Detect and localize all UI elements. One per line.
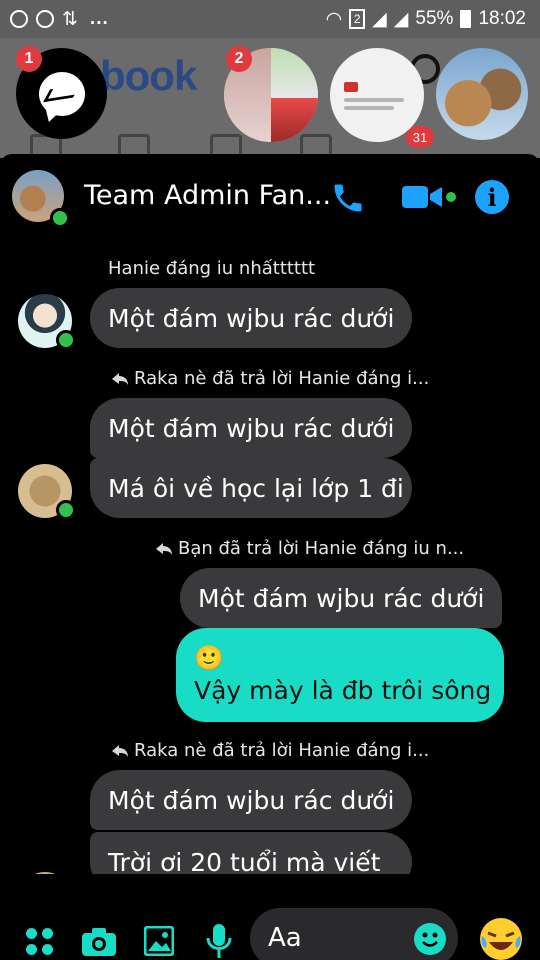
reply-meta-text: Raka nè đã trả lời Hanie đáng i...: [134, 740, 430, 761]
media-notification-icon: [36, 10, 54, 28]
image-icon[interactable]: [144, 926, 174, 956]
chat-panel: Team Admin Fan... i Hanie đáng iu nhấttt…: [0, 154, 540, 960]
messenger-notification-icon: [10, 10, 28, 28]
mic-icon[interactable]: [206, 924, 232, 958]
clock: 18:02: [478, 8, 526, 29]
reply-arrow-icon: [112, 373, 128, 385]
messenger-icon: [38, 71, 85, 116]
battery-icon: [460, 10, 472, 28]
my-message-text: Vậy mày là đb trôi sông: [194, 676, 492, 705]
reply-arrow-icon: [112, 745, 128, 757]
online-indicator: [50, 208, 70, 228]
notifications-count-badge: 31: [406, 126, 434, 148]
apps-icon[interactable]: [26, 928, 54, 956]
video-active-indicator: [446, 192, 456, 202]
camera-icon[interactable]: [82, 928, 116, 956]
emoji-icon[interactable]: [414, 923, 446, 955]
signal-icon-2: ◢: [393, 8, 409, 30]
chat-title[interactable]: Team Admin Fan...: [84, 180, 331, 211]
sim-slot-badge: 2: [349, 9, 366, 29]
messenger-unread-badge: 1: [16, 46, 42, 72]
my-message-bubble[interactable]: 🙂 Vậy mày là đb trôi sông: [176, 628, 504, 722]
quoted-message-bubble[interactable]: Một đám wjbu rác dưới: [180, 568, 502, 628]
facebook-logo: book: [100, 52, 197, 99]
laughing-emoji-icon[interactable]: [480, 918, 522, 960]
reply-meta: Raka nè đã trả lời Hanie đáng i...: [112, 368, 429, 389]
quoted-message-bubble[interactable]: Một đám wjbu rác dưới: [90, 770, 412, 830]
online-indicator: [56, 330, 76, 350]
quoted-message-bubble[interactable]: Một đám wjbu rác dưới: [90, 398, 412, 458]
reply-meta: Raka nè đã trả lời Hanie đáng i...: [112, 740, 429, 761]
status-bar: ⇅ ... ◠ 2 ◢ ◢ 55% 18:02: [0, 0, 540, 38]
video-camera-icon[interactable]: [402, 182, 442, 212]
data-transfer-icon: ⇅: [62, 8, 78, 30]
battery-percent: 55%: [415, 8, 454, 29]
sender-name: Hanie đáng iu nhấtttttt: [108, 258, 316, 279]
more-notifications-indicator: ...: [89, 8, 109, 29]
reply-arrow-icon: [156, 543, 172, 555]
smile-emoji-icon: 🙂: [194, 644, 224, 672]
signal-icon: ◢: [372, 8, 387, 30]
reply-meta-text: Raka nè đã trả lời Hanie đáng i...: [134, 368, 430, 389]
group-unread-badge: 2: [226, 46, 252, 72]
active-chat-head[interactable]: [436, 48, 528, 140]
wifi-icon: ◠: [325, 8, 343, 30]
message-bubble[interactable]: Một đám wjbu rác dưới: [90, 288, 412, 348]
online-indicator: [56, 500, 76, 520]
phone-icon[interactable]: [330, 180, 366, 216]
chat-header: Team Admin Fan... i: [0, 154, 540, 240]
post-chat-head[interactable]: [330, 48, 424, 142]
reply-meta: Bạn đã trả lời Hanie đáng iu n...: [156, 538, 464, 559]
reply-meta-text: Bạn đã trả lời Hanie đáng iu n...: [178, 538, 465, 559]
message-composer: Aa: [0, 874, 540, 960]
info-icon[interactable]: i: [475, 180, 509, 214]
message-bubble[interactable]: Má ôi về học lại lớp 1 đi: [90, 458, 412, 518]
facebook-background: book 31 1 2: [0, 38, 540, 160]
